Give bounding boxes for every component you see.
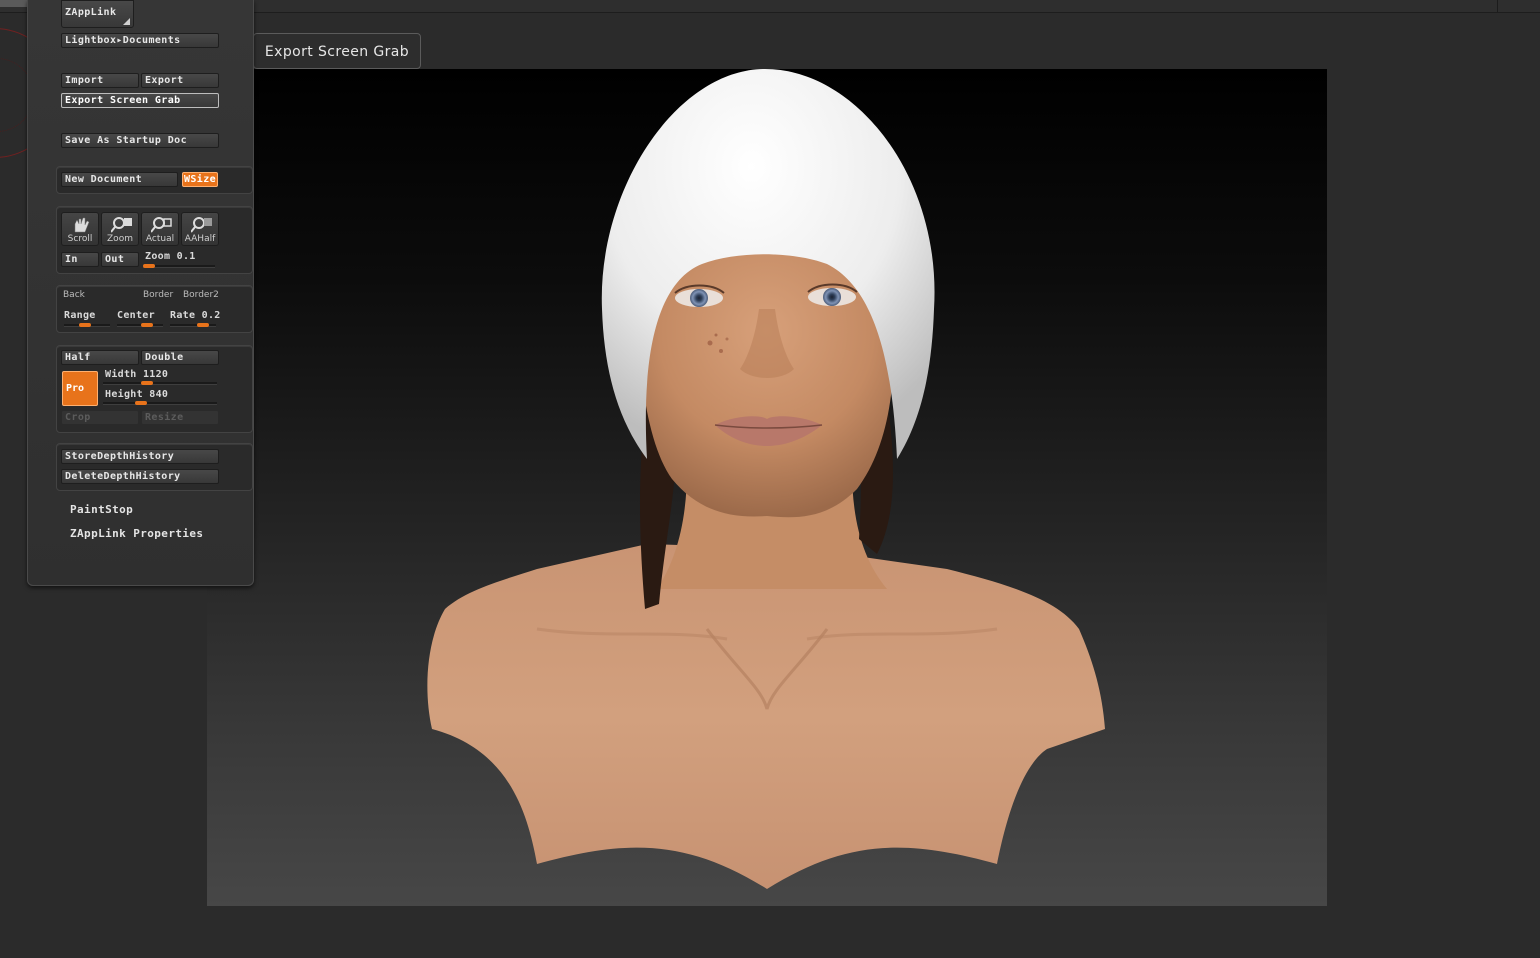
zoom-button[interactable]: Zoom — [101, 212, 139, 246]
scroll-button[interactable]: Scroll — [61, 212, 99, 246]
height-slider-name: Height — [105, 389, 143, 400]
height-slider-label: Height 840 — [105, 389, 168, 400]
zoom-group: Scroll Zoom Actual AAHalf In Out Zoom 0.… — [56, 206, 253, 274]
document-size-group: Half Double Pro Width 1120 Height 840 Cr… — [56, 345, 253, 433]
zapplink-button[interactable]: ZAppLink — [61, 0, 134, 28]
hand-scroll-icon — [74, 217, 90, 233]
border2-label[interactable]: Border2 — [183, 290, 219, 300]
width-slider-track[interactable] — [103, 382, 217, 385]
rate-slider-value: 0.2 — [201, 310, 221, 321]
actual-button[interactable]: Actual — [141, 212, 179, 246]
height-slider-track[interactable] — [103, 402, 217, 405]
top-divider — [1497, 0, 1498, 12]
rate-slider-knob[interactable] — [197, 323, 209, 327]
crop-button[interactable]: Crop — [61, 410, 139, 425]
zoom-slider-knob[interactable] — [143, 264, 155, 268]
width-slider-name: Width — [105, 369, 137, 380]
magnifier-aahalf-icon — [191, 217, 212, 233]
double-button[interactable]: Double — [141, 350, 219, 365]
zoom-slider-value: 0.1 — [176, 251, 196, 262]
height-slider-value: 840 — [149, 389, 169, 400]
zoom-out-button[interactable]: Out — [101, 252, 139, 267]
corner-triangle-icon — [123, 18, 130, 25]
width-slider-value: 1120 — [142, 369, 169, 380]
center-slider-label: Center — [117, 310, 155, 321]
sculpted-bust-render — [427, 69, 1105, 889]
zoom-slider-name: Zoom — [145, 251, 171, 262]
width-slider-knob[interactable] — [141, 381, 153, 385]
document-canvas[interactable] — [207, 69, 1327, 906]
actual-label: Actual — [145, 234, 175, 244]
document-palette: ZAppLink Lightbox▸Documents Import Expor… — [27, 0, 254, 586]
delete-depth-history-button[interactable]: DeleteDepthHistory — [61, 469, 219, 484]
range-slider-knob[interactable] — [79, 323, 91, 327]
new-document-button[interactable]: New Document — [61, 172, 178, 187]
rate-slider-track[interactable] — [170, 324, 216, 327]
zapplink-label: ZAppLink — [65, 7, 117, 18]
half-button[interactable]: Half — [61, 350, 139, 365]
resize-button[interactable]: Resize — [141, 410, 219, 425]
zoom-in-button[interactable]: In — [61, 252, 99, 267]
rate-slider-name: Rate — [170, 310, 196, 321]
store-depth-history-button[interactable]: StoreDepthHistory — [61, 449, 219, 464]
center-slider-track[interactable] — [117, 324, 163, 327]
width-slider-label: Width 1120 — [105, 369, 168, 380]
aahalf-button[interactable]: AAHalf — [181, 212, 219, 246]
range-slider-label: Range — [64, 310, 96, 321]
tooltip-export-screen-grab: Export Screen Grab — [253, 33, 421, 69]
background-group: Back Border Border2 Range Center Rate 0.… — [56, 285, 253, 333]
zoom-label: Zoom — [107, 234, 133, 244]
export-button[interactable]: Export — [141, 73, 219, 88]
import-button[interactable]: Import — [61, 73, 139, 88]
export-screen-grab-button[interactable]: Export Screen Grab — [61, 93, 219, 108]
paintstop-subpalette[interactable]: PaintStop — [70, 503, 133, 516]
back-label[interactable]: Back — [63, 290, 85, 300]
lightbox-documents-button[interactable]: Lightbox▸Documents — [61, 33, 219, 48]
aahalf-label: AAHalf — [184, 234, 216, 244]
zapplink-properties-subpalette[interactable]: ZAppLink Properties — [70, 527, 203, 540]
border-label[interactable]: Border — [143, 290, 173, 300]
magnifier-zoom-icon — [111, 217, 132, 233]
depth-history-group: StoreDepthHistory DeleteDepthHistory — [56, 443, 253, 491]
wsize-button[interactable]: WSize — [182, 172, 218, 187]
scroll-label: Scroll — [67, 234, 93, 244]
save-as-startup-doc-button[interactable]: Save As Startup Doc — [61, 133, 219, 148]
height-slider-knob[interactable] — [135, 401, 147, 405]
new-document-group: New Document WSize — [56, 166, 253, 194]
zoom-slider-label: Zoom 0.1 — [145, 251, 196, 262]
pro-button[interactable]: Pro — [62, 371, 98, 406]
magnifier-actual-icon — [151, 217, 172, 233]
rate-slider-label: Rate 0.2 — [170, 310, 221, 321]
center-slider-knob[interactable] — [141, 323, 153, 327]
